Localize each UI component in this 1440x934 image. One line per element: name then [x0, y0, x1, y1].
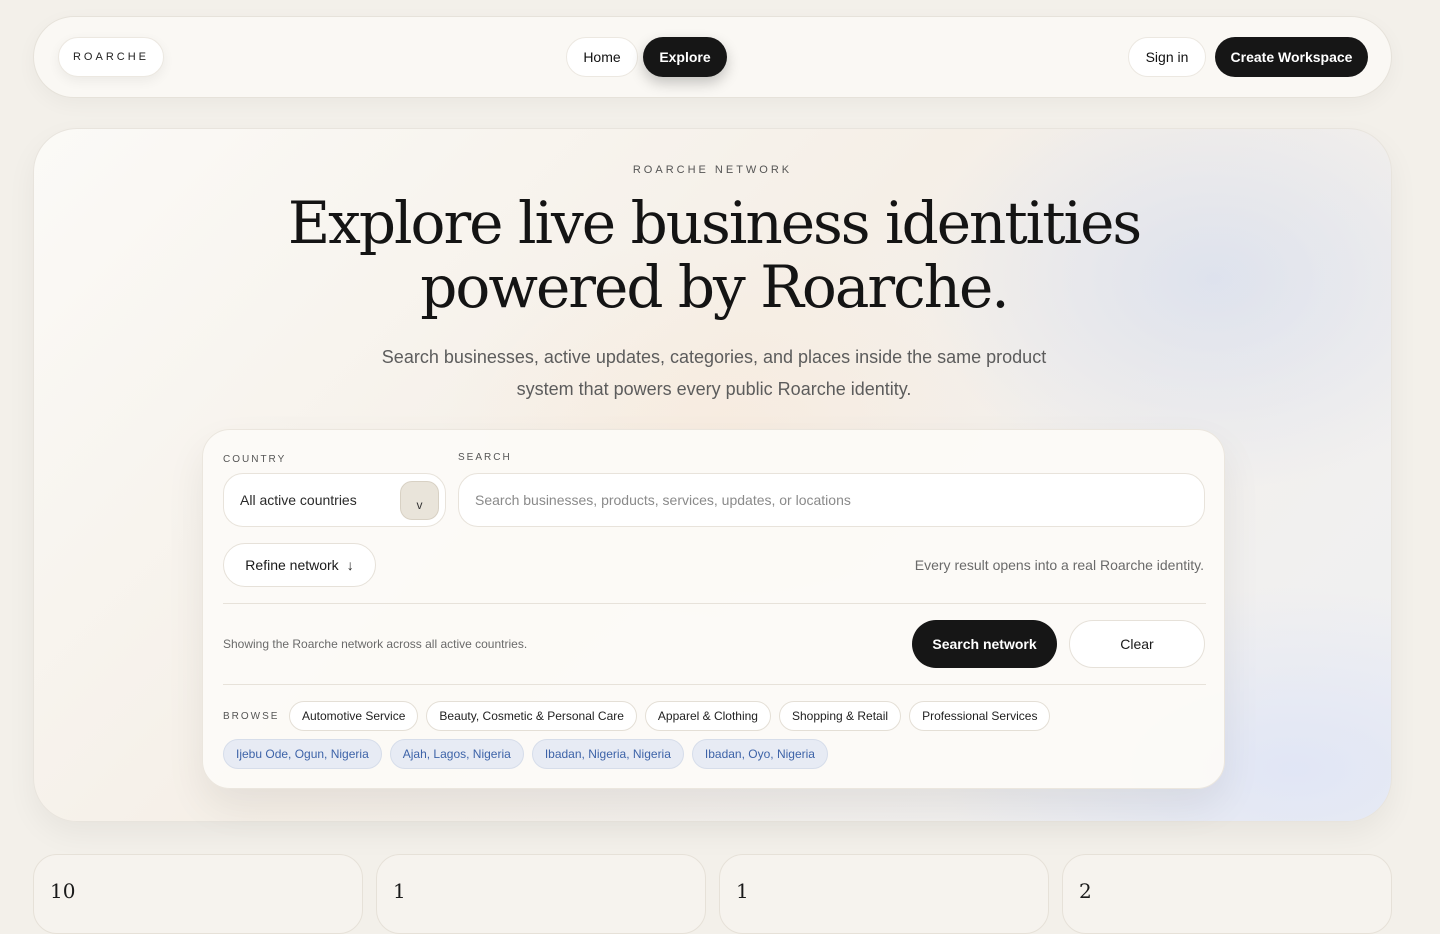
stat-value: 10 [50, 879, 76, 903]
stat-card: 1 [719, 854, 1049, 934]
search-field[interactable] [458, 473, 1205, 527]
stat-value: 2 [1079, 879, 1092, 903]
hero-eyebrow: ROARCHE NETWORK [632, 164, 793, 176]
category-chip[interactable]: Automotive Service [289, 701, 419, 731]
arrow-down-icon: ↓ [346, 557, 354, 573]
clear-button[interactable]: Clear [1069, 620, 1205, 668]
hero-section: ROARCHE NETWORK Explore live business id… [33, 128, 1392, 822]
roarche-logo[interactable]: ROARCHE [58, 37, 164, 77]
country-label: COUNTRY [223, 454, 287, 465]
location-chips: Ijebu Ode, Ogun, Nigeria Ajah, Lagos, Ni… [223, 739, 828, 769]
showing-status: Showing the Roarche network across all a… [223, 637, 528, 651]
location-chip[interactable]: Ijebu Ode, Ogun, Nigeria [223, 739, 382, 769]
location-chip[interactable]: Ibadan, Oyo, Nigeria [691, 739, 828, 769]
search-input[interactable] [475, 474, 1175, 526]
chevron-down-icon[interactable]: v [400, 481, 439, 520]
top-navigation-bar: ROARCHE Home Explore Sign in Create Work… [33, 16, 1392, 98]
hero-subhead: Search businesses, active updates, categ… [381, 347, 1047, 399]
sign-in-button[interactable]: Sign in [1128, 37, 1206, 77]
search-label: SEARCH [458, 452, 512, 463]
stat-value: 1 [393, 879, 406, 903]
location-chip[interactable]: Ibadan, Nigeria, Nigeria [531, 739, 684, 769]
category-chip[interactable]: Beauty, Cosmetic & Personal Care [426, 701, 637, 731]
stat-value: 1 [736, 879, 749, 903]
divider [223, 603, 1206, 604]
refine-network-button[interactable]: Refine network ↓ [223, 543, 376, 587]
category-chip[interactable]: Apparel & Clothing [644, 701, 771, 731]
search-panel: COUNTRY All active countries v SEARCH Re… [202, 429, 1225, 789]
category-chip[interactable]: Professional Services [909, 701, 1051, 731]
search-network-button[interactable]: Search network [912, 620, 1057, 668]
country-select-value: All active countries [240, 492, 357, 508]
category-chips: Automotive Service Beauty, Cosmetic & Pe… [289, 701, 1051, 731]
create-workspace-button[interactable]: Create Workspace [1215, 37, 1368, 77]
divider [223, 684, 1206, 685]
stat-card: 10 [33, 854, 363, 934]
stat-card: 2 [1062, 854, 1392, 934]
stat-card: 1 [376, 854, 706, 934]
nav-explore-link[interactable]: Explore [643, 37, 727, 77]
location-chip[interactable]: Ajah, Lagos, Nigeria [389, 739, 524, 769]
hero-headline: Explore live business identities powered… [287, 189, 1142, 321]
nav-home-link[interactable]: Home [566, 37, 638, 77]
refine-network-label: Refine network [245, 557, 339, 573]
category-chip[interactable]: Shopping & Retail [778, 701, 902, 731]
browse-label: BROWSE [223, 711, 280, 722]
country-select[interactable]: All active countries v [223, 473, 446, 527]
result-hint: Every result opens into a real Roarche i… [914, 557, 1204, 573]
